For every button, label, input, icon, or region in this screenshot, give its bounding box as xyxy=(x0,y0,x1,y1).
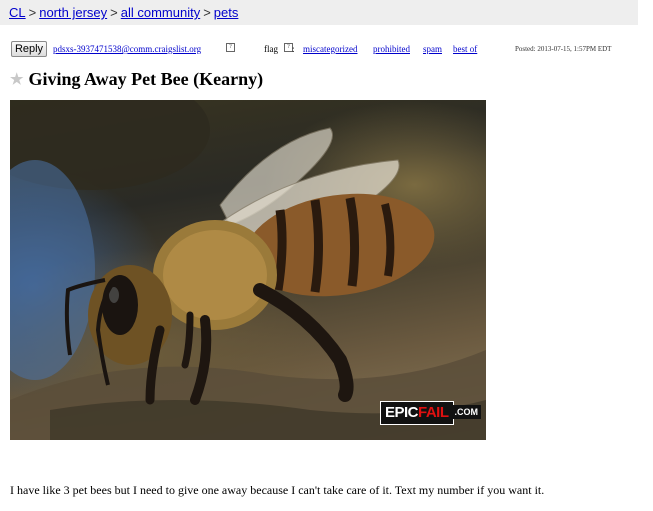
reply-button[interactable]: Reply xyxy=(11,41,47,57)
reply-email-link[interactable]: pdsxs-3937471538@comm.craigslist.org xyxy=(53,44,201,54)
posting-title: ★ Giving Away Pet Bee (Kearny) xyxy=(10,68,263,91)
breadcrumb-all-community-link[interactable]: all community xyxy=(121,5,200,20)
help-icon[interactable]: ? xyxy=(226,43,235,52)
flag-label: flag xyxy=(264,44,278,54)
breadcrumb: CL > north jersey > all community > pets xyxy=(9,0,238,25)
posting-photo xyxy=(10,100,486,440)
posting-title-text: Giving Away Pet Bee (Kearny) xyxy=(28,69,264,89)
posting-toolbar: Reply pdsxs-3937471538@comm.craigslist.o… xyxy=(11,40,631,60)
posted-date: Posted: 2013-07-15, 1:57PM EDT xyxy=(515,45,612,53)
breadcrumb-separator: > xyxy=(28,5,37,20)
breadcrumb-cl-link[interactable]: CL xyxy=(9,5,26,20)
breadcrumb-bar: CL > north jersey > all community > pets xyxy=(0,0,638,25)
flag-colon: : xyxy=(292,44,295,54)
flag-prohibited-link[interactable]: prohibited xyxy=(373,44,410,54)
flag-best-of-link[interactable]: best of xyxy=(453,44,477,54)
breadcrumb-separator: > xyxy=(110,5,118,20)
bee-illustration xyxy=(10,100,486,440)
epicfail-logo: EPICFAIL xyxy=(380,401,454,425)
flag-miscategorized-link[interactable]: miscategorized xyxy=(303,44,357,54)
flag-spam-link[interactable]: spam xyxy=(423,44,442,54)
epicfail-watermark: EPICFAIL .COM xyxy=(380,401,482,425)
star-icon[interactable]: ★ xyxy=(10,72,23,88)
breadcrumb-separator: > xyxy=(203,5,211,20)
breadcrumb-pets-link[interactable]: pets xyxy=(214,5,239,20)
posting-body: I have like 3 pet bees but I need to giv… xyxy=(10,483,545,497)
breadcrumb-north-jersey-link[interactable]: north jersey xyxy=(39,5,107,20)
